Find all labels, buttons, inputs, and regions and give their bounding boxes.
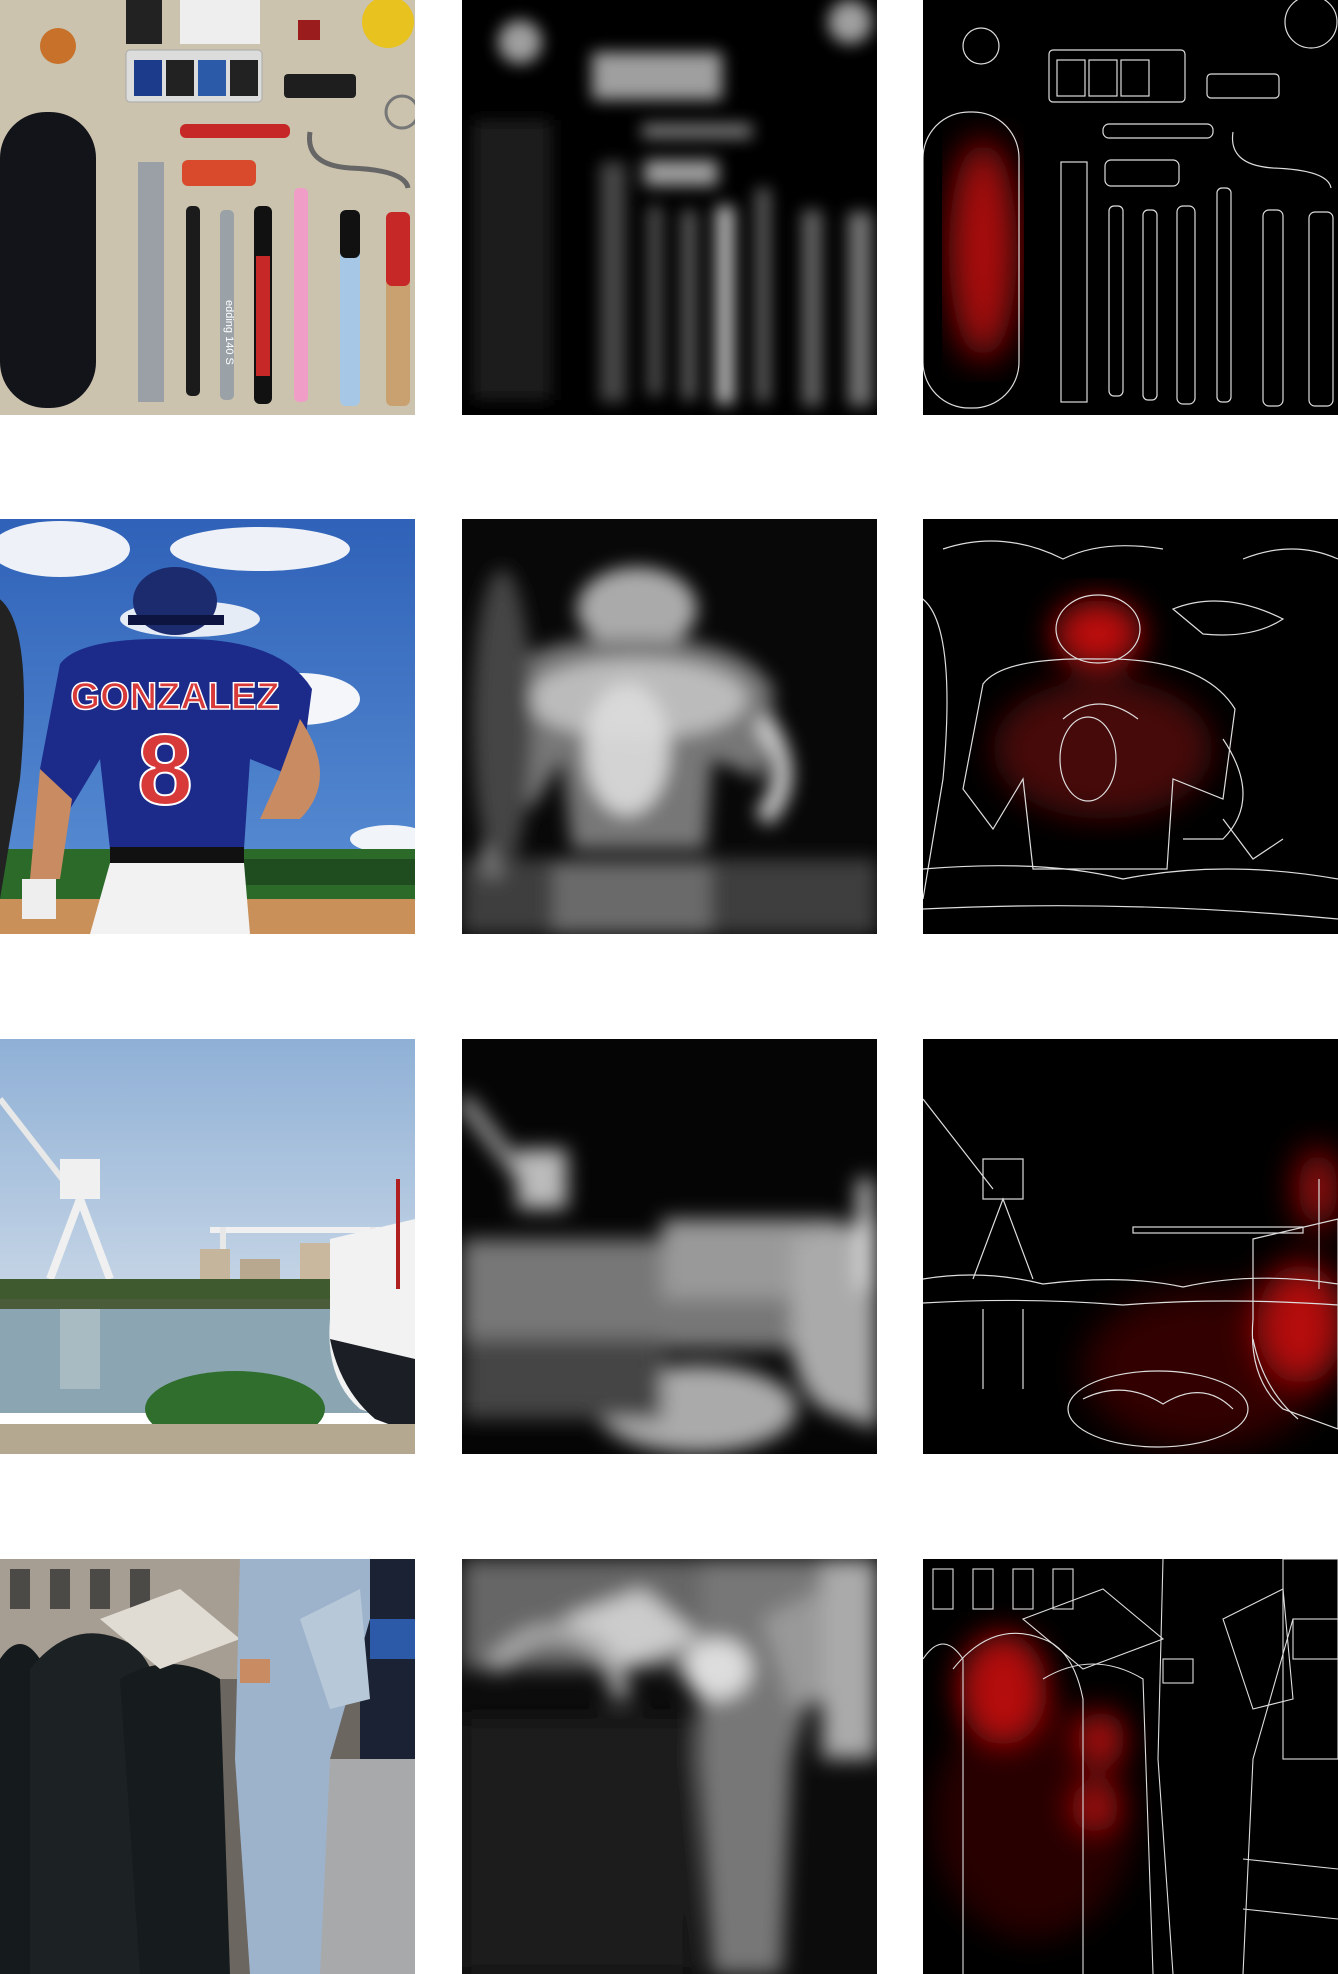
- saliency-harbor: [462, 1039, 877, 1454]
- edgemap-harbor: [923, 1039, 1338, 1454]
- saliency-newspaper-man: [462, 1559, 877, 1974]
- jersey-number: 8: [137, 714, 193, 826]
- jersey-name: GONZALEZ: [71, 676, 280, 718]
- saliency-baseball: [462, 519, 877, 934]
- edgemap-baseball: [923, 519, 1338, 934]
- edgemap-newspaper-man: [923, 1559, 1338, 1974]
- photo-newspaper-man: [0, 1559, 415, 1974]
- photo-stationery: edding 140 S: [0, 0, 415, 415]
- photo-harbor: [0, 1039, 415, 1454]
- edgemap-stationery: [923, 0, 1338, 415]
- marker-label: edding 140 S: [223, 300, 235, 365]
- photo-baseball: GONZALEZ 8: [0, 519, 415, 934]
- saliency-stationery: [462, 0, 877, 415]
